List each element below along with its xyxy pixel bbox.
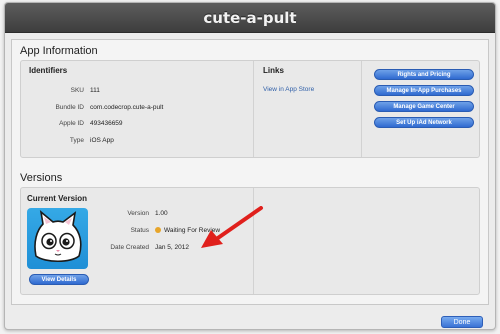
view-details-button[interactable]: View Details <box>29 274 89 285</box>
current-version-heading: Current Version <box>27 194 88 203</box>
app-details-window: cute-a-pult App Information Identifiers … <box>4 2 496 330</box>
type-value: iOS App <box>90 137 114 144</box>
status-label: Status <box>130 227 149 234</box>
versions-panel: Current Version View Details Version 1.0… <box>20 187 480 295</box>
window-title: cute-a-pult <box>203 9 297 27</box>
sku-label: SKU <box>70 87 84 94</box>
bundle-id-value: com.codecrop.cute-a-pult <box>90 104 164 111</box>
identifiers-heading: Identifiers <box>29 66 68 75</box>
versions-title: Versions <box>20 172 63 184</box>
bundle-id-label: Bundle ID <box>55 104 84 111</box>
apple-id-label: Apple ID <box>59 120 84 127</box>
status-pending-icon <box>155 227 161 233</box>
divider <box>361 61 362 157</box>
annotation-arrow-icon <box>201 206 263 248</box>
version-value: 1.00 <box>155 210 168 217</box>
content-area: App Information Identifiers SKU 111 Bund… <box>11 39 489 305</box>
version-label: Version <box>127 210 149 217</box>
divider <box>253 61 254 157</box>
manage-in-app-purchases-button[interactable]: Manage In-App Purchases <box>374 85 474 96</box>
app-info-panel: Identifiers SKU 111 Bundle ID com.codecr… <box>20 60 480 158</box>
cat-face-icon <box>34 210 82 263</box>
apple-id-value: 493436659 <box>90 120 123 127</box>
type-label: Type <box>69 137 84 144</box>
date-created-label: Date Created <box>110 244 149 251</box>
date-created-value: Jan 5, 2012 <box>155 244 189 251</box>
title-bar: cute-a-pult <box>5 3 495 33</box>
view-in-app-store-link[interactable]: View in App Store <box>263 86 314 93</box>
app-icon <box>27 208 88 269</box>
app-info-title: App Information <box>20 45 98 57</box>
manage-game-center-button[interactable]: Manage Game Center <box>374 101 474 112</box>
links-heading: Links <box>263 66 284 75</box>
sku-value: 111 <box>90 87 100 94</box>
set-up-iad-network-button[interactable]: Set Up iAd Network <box>374 117 474 128</box>
done-button[interactable]: Done <box>441 316 483 328</box>
rights-and-pricing-button[interactable]: Rights and Pricing <box>374 69 474 80</box>
